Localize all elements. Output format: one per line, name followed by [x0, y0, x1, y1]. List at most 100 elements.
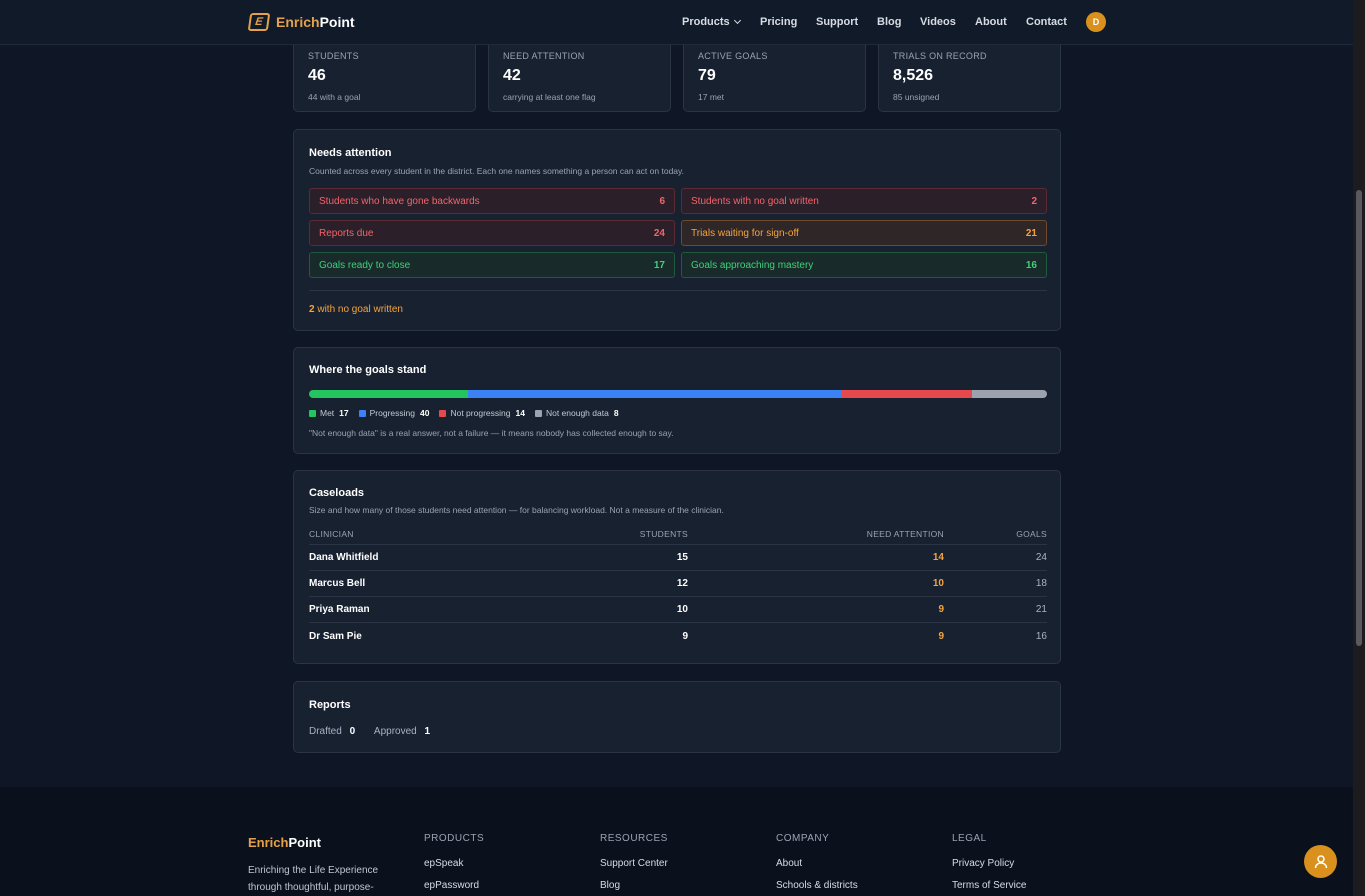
person-icon: [1314, 854, 1327, 868]
flag-count: 21: [1025, 227, 1037, 239]
flag-gone-backwards[interactable]: Students who have gone backwards 6: [309, 188, 675, 214]
legend-label: Met: [320, 408, 335, 418]
nav-videos[interactable]: Videos: [920, 16, 956, 28]
footer-col-heading: LEGAL: [952, 833, 987, 844]
footer-link[interactable]: Schools & districts: [776, 880, 858, 891]
flag-label: Trials waiting for sign-off: [691, 227, 799, 239]
panel-desc: Counted across every student in the dist…: [309, 166, 685, 176]
footer-link[interactable]: epSpeak: [424, 858, 484, 869]
logo-mark-icon: E: [247, 13, 271, 31]
scrollbar[interactable]: [1353, 0, 1365, 896]
goals-bar-segment-progressing: [467, 390, 842, 398]
cell-need-attention: 14: [932, 552, 944, 563]
nav-pricing[interactable]: Pricing: [760, 16, 797, 28]
footer-col-heading: RESOURCES: [600, 833, 668, 844]
footer-brand-second: Point: [288, 835, 321, 850]
help-chat-button[interactable]: [1304, 845, 1337, 878]
flag-label: Students who have gone backwards: [319, 195, 480, 207]
stat-value: 42: [503, 67, 521, 84]
stat-sub: 85 unsigned: [893, 92, 940, 102]
footer-link[interactable]: Support Center: [600, 858, 668, 869]
stat-label: TRIALS ON RECORD: [893, 51, 987, 61]
flag-no-goal[interactable]: Students with no goal written 2: [681, 188, 1047, 214]
flag-label: Students with no goal written: [691, 195, 819, 207]
legend-swatch: [439, 409, 447, 417]
drafted-count: 0: [349, 726, 356, 737]
footer-col-company: COMPANY About Schools & districts: [776, 833, 858, 896]
stat-label: ACTIVE GOALS: [698, 51, 768, 61]
table-row[interactable]: Priya Raman 10 9 21: [309, 597, 1047, 623]
footer-link[interactable]: About: [776, 858, 858, 869]
goals-bar-segment-met: [309, 390, 468, 398]
cell-clinician: Dana Whitfield: [309, 552, 379, 563]
legend-label: Not enough data: [545, 408, 609, 418]
cell-students: 15: [676, 552, 688, 563]
nav-support[interactable]: Support: [816, 16, 858, 28]
stat-sub: carrying at least one flag: [503, 92, 596, 102]
scrollbar-thumb[interactable]: [1356, 190, 1362, 646]
chevron-down-icon: [733, 16, 741, 25]
no-goal-link[interactable]: 2 with no goal written: [309, 304, 403, 315]
brand-name-first: Enrich: [276, 14, 320, 30]
legend-item: Met 17: [309, 408, 349, 418]
footer-col-products: PRODUCTS epSpeak epPassword: [424, 833, 484, 896]
col-need-attention: NEED ATTENTION: [866, 529, 944, 539]
brand-name-second: Point: [319, 14, 355, 30]
flag-count: 2: [1031, 195, 1037, 207]
cell-students: 10: [676, 604, 688, 615]
flag-count: 16: [1025, 259, 1037, 271]
footer-link[interactable]: Terms of Service: [952, 880, 1026, 891]
goals-bar-segment-not-enough-data: [972, 390, 1047, 398]
footer-brand-first: Enrich: [248, 835, 289, 850]
avatar[interactable]: D: [1086, 12, 1106, 32]
flag-label: Goals ready to close: [319, 259, 411, 271]
panel-title: Reports: [309, 699, 351, 711]
col-clinician: CLINICIAN: [309, 529, 354, 539]
table-row[interactable]: Marcus Bell 12 10 18: [309, 571, 1047, 597]
brand-logo[interactable]: E Enrich Point: [247, 13, 355, 31]
legend-swatch: [534, 409, 542, 417]
footer-col-resources: RESOURCES Support Center Blog: [600, 833, 668, 896]
flag-trials-signoff[interactable]: Trials waiting for sign-off 21: [681, 220, 1047, 246]
goals-bar-segment-not-progressing: [841, 390, 973, 398]
footer-logo[interactable]: EnrichPoint: [248, 835, 321, 850]
footer-link[interactable]: Blog: [600, 880, 668, 891]
stat-sub: 44 with a goal: [308, 92, 361, 102]
panel-title: Caseloads: [309, 487, 365, 499]
legend-item: Progressing 40: [358, 408, 430, 418]
cell-need-attention: 10: [932, 578, 944, 589]
nav-products[interactable]: Products: [682, 16, 741, 28]
footer-link[interactable]: Privacy Policy: [952, 858, 1026, 869]
stat-sub: 17 met: [698, 92, 724, 102]
panel-title: Needs attention: [309, 147, 392, 159]
flag-approaching-mastery[interactable]: Goals approaching mastery 16: [681, 252, 1047, 278]
nav-contact[interactable]: Contact: [1026, 16, 1067, 28]
flag-count: 6: [659, 195, 665, 207]
cell-clinician: Dr Sam Pie: [309, 630, 362, 642]
legend-value: 40: [420, 408, 430, 418]
stat-label: STUDENTS: [308, 51, 359, 61]
panel-desc: Size and how many of those students need…: [309, 505, 724, 515]
nav-about[interactable]: About: [975, 16, 1007, 28]
legend-label: Not progressing: [450, 408, 511, 418]
footer-link[interactable]: epPassword: [424, 880, 484, 891]
flag-reports-due[interactable]: Reports due 24: [309, 220, 675, 246]
flag-label: Goals approaching mastery: [691, 259, 814, 271]
cell-clinician: Priya Raman: [309, 604, 370, 615]
footer: EnrichPoint Enriching the Life Experienc…: [0, 787, 1353, 896]
flag-ready-close[interactable]: Goals ready to close 17: [309, 252, 675, 278]
nav-blog[interactable]: Blog: [877, 16, 901, 28]
cell-goals: 16: [1035, 630, 1047, 642]
cell-need-attention: 9: [938, 630, 944, 642]
cell-students: 12: [676, 578, 688, 589]
nav-products-label: Products: [682, 16, 730, 28]
stat-value: 79: [698, 67, 716, 84]
table-row[interactable]: Dana Whitfield 15 14 24: [309, 545, 1047, 571]
cell-goals: 24: [1035, 552, 1047, 563]
approved-count: 1: [424, 726, 431, 737]
legend-value: 8: [613, 408, 619, 418]
flag-count: 17: [653, 259, 665, 271]
table-row[interactable]: Dr Sam Pie 9 9 16: [309, 623, 1047, 649]
col-students: STUDENTS: [639, 529, 688, 539]
goals-progress-bar: [309, 390, 1047, 398]
